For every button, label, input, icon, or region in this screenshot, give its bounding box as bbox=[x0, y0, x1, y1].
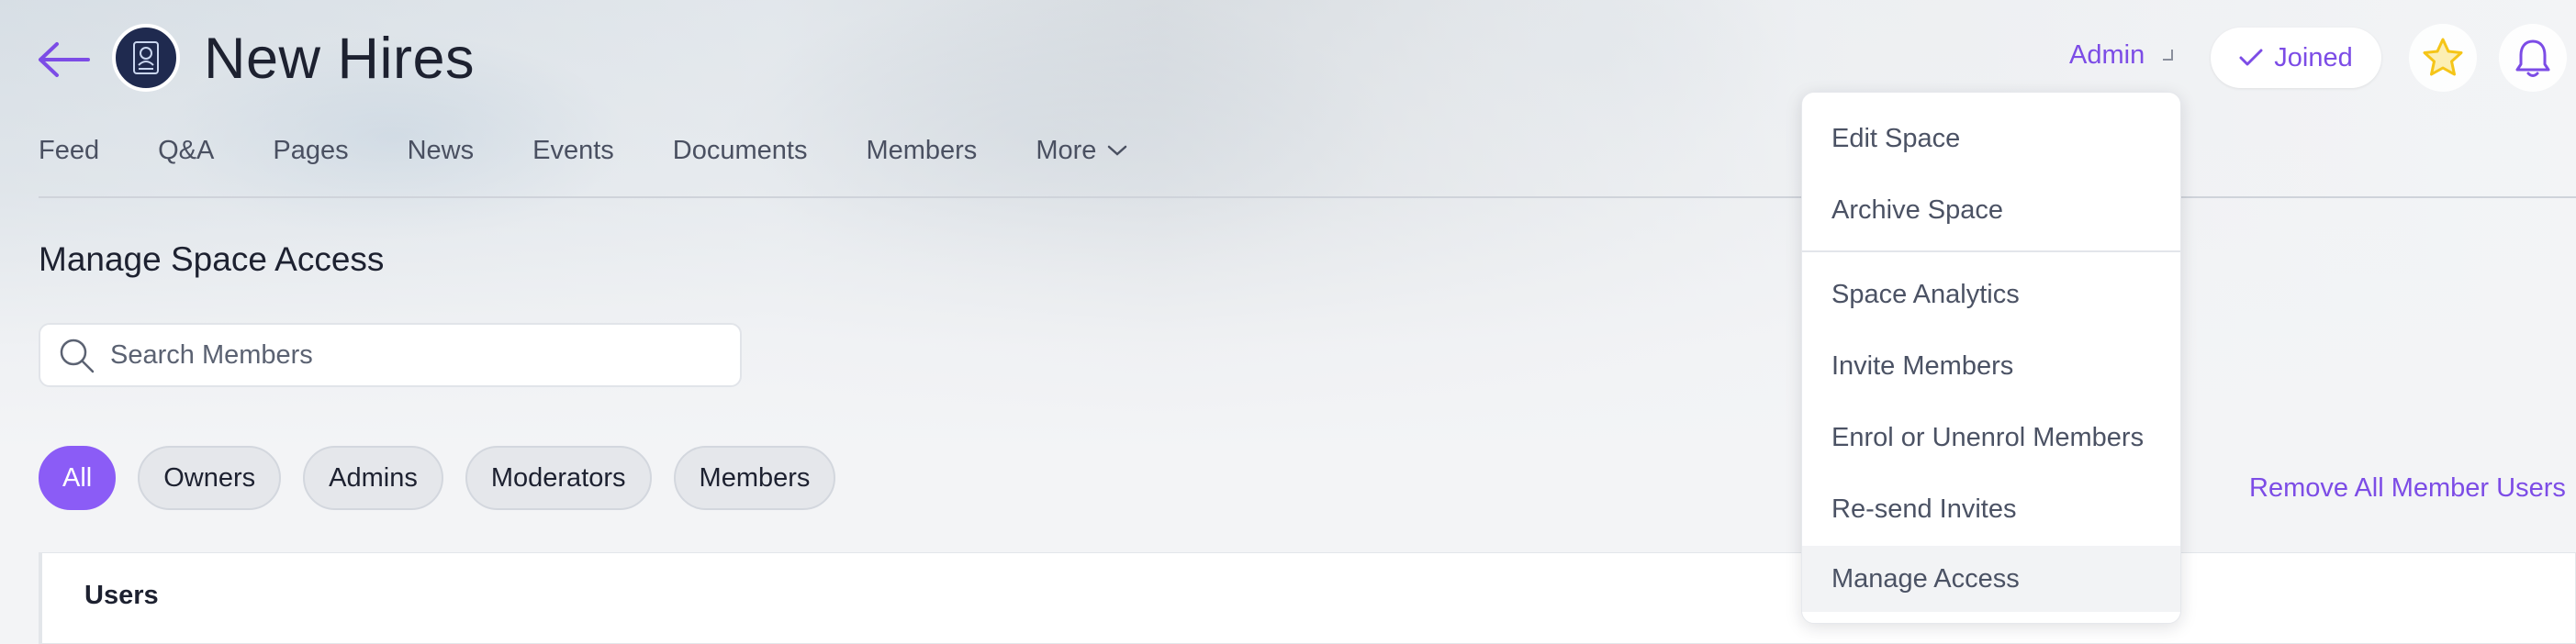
space-nav-tabs: Feed Q&A Pages News Events Documents Mem… bbox=[39, 130, 1186, 171]
admin-dropdown-menu: Edit Space Archive Space Space Analytics… bbox=[1801, 92, 2181, 624]
tab-members[interactable]: Members bbox=[866, 130, 977, 171]
menu-item-space-analytics[interactable]: Space Analytics bbox=[1802, 261, 2180, 328]
users-panel: Users bbox=[39, 552, 2576, 644]
tab-events[interactable]: Events bbox=[532, 130, 614, 171]
tab-qa[interactable]: Q&A bbox=[158, 130, 214, 171]
page-title: Manage Space Access bbox=[39, 240, 385, 278]
tab-documents[interactable]: Documents bbox=[673, 130, 808, 171]
filter-members[interactable]: Members bbox=[673, 446, 836, 510]
back-button[interactable] bbox=[35, 37, 92, 83]
favorite-button[interactable] bbox=[2409, 24, 2477, 92]
filter-owners[interactable]: Owners bbox=[138, 446, 282, 510]
chevron-down-icon bbox=[1108, 145, 1127, 156]
menu-item-manage-access[interactable]: Manage Access bbox=[1802, 546, 2180, 612]
remove-all-member-users-link[interactable]: Remove All Member Users bbox=[2249, 473, 2566, 504]
bell-icon bbox=[2515, 39, 2550, 77]
tab-news[interactable]: News bbox=[408, 130, 475, 171]
arrow-left-icon bbox=[39, 42, 90, 77]
check-icon bbox=[2239, 49, 2263, 66]
id-badge-icon bbox=[133, 41, 159, 74]
tab-more[interactable]: More bbox=[1036, 130, 1127, 171]
search-members-box[interactable] bbox=[39, 323, 742, 387]
star-icon bbox=[2423, 38, 2463, 76]
filter-all[interactable]: All bbox=[39, 446, 117, 510]
menu-item-enrol-unenrol-members[interactable]: Enrol or Unenrol Members bbox=[1802, 405, 2180, 471]
search-icon bbox=[60, 339, 95, 373]
tab-more-label: More bbox=[1036, 136, 1097, 165]
menu-item-edit-space[interactable]: Edit Space bbox=[1802, 105, 2180, 172]
corner-caret-icon bbox=[2163, 50, 2173, 61]
menu-item-resend-invites[interactable]: Re-send Invites bbox=[1802, 476, 2180, 542]
menu-item-invite-members[interactable]: Invite Members bbox=[1802, 333, 2180, 399]
admin-menu-toggle[interactable]: Admin bbox=[2069, 40, 2145, 71]
menu-divider bbox=[1802, 250, 2180, 252]
notifications-button[interactable] bbox=[2499, 24, 2567, 92]
users-panel-title: Users bbox=[84, 581, 159, 610]
menu-item-archive-space[interactable]: Archive Space bbox=[1802, 177, 2180, 243]
search-members-input[interactable] bbox=[108, 339, 736, 372]
role-filters: All Owners Admins Moderators Members bbox=[39, 446, 836, 510]
joined-button[interactable]: Joined bbox=[2211, 28, 2381, 88]
tab-feed[interactable]: Feed bbox=[39, 130, 99, 171]
tab-pages[interactable]: Pages bbox=[273, 130, 348, 171]
space-title: New Hires bbox=[204, 27, 476, 91]
joined-label: Joined bbox=[2274, 42, 2353, 72]
cover-fade-overlay bbox=[0, 0, 2576, 627]
filter-moderators[interactable]: Moderators bbox=[465, 446, 652, 510]
filter-admins[interactable]: Admins bbox=[303, 446, 443, 510]
tabs-divider bbox=[39, 196, 2576, 198]
space-logo bbox=[112, 24, 180, 92]
